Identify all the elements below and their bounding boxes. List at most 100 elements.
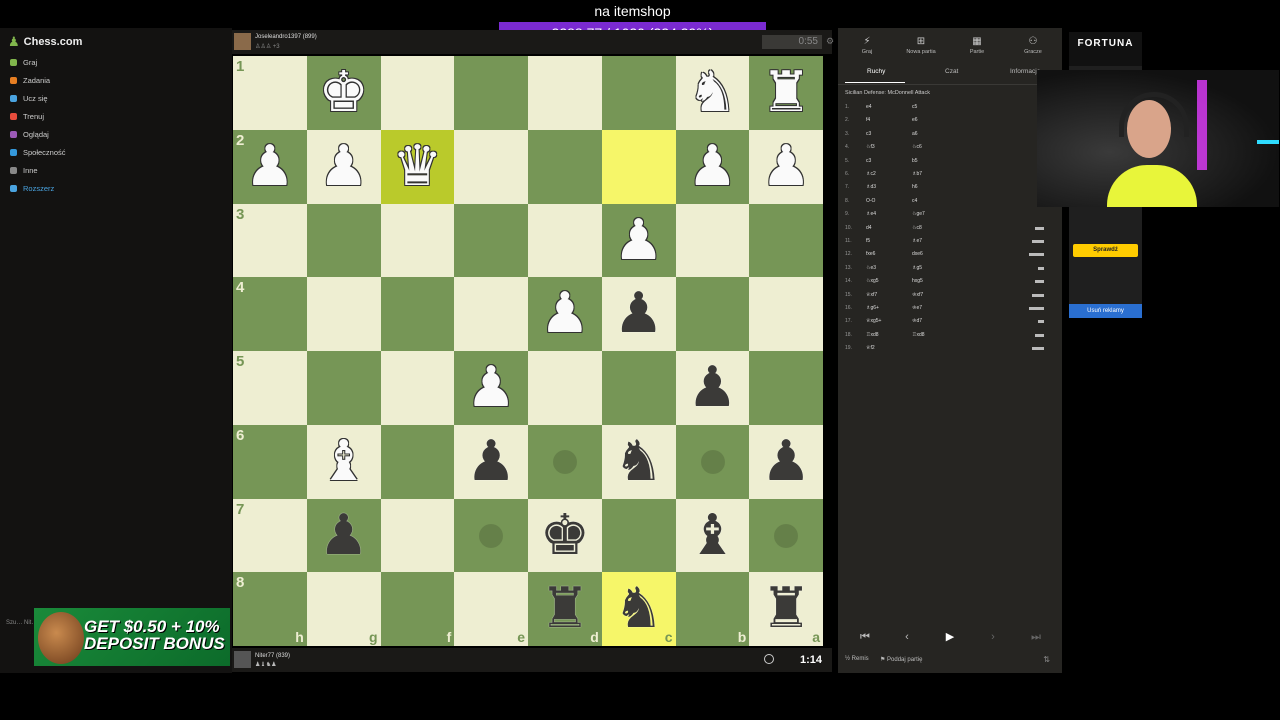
chesscom-logo[interactable]: ♟ Chess.com [8, 34, 82, 50]
tab-moves[interactable]: Ruchy [844, 68, 906, 83]
square-c7[interactable] [601, 498, 676, 573]
square-a5[interactable] [749, 351, 823, 425]
square-d2[interactable] [528, 129, 602, 204]
square-b3[interactable] [675, 203, 750, 278]
black-move[interactable]: hxg5 [912, 278, 923, 284]
black-rook-piece[interactable]: ♜ [749, 580, 823, 636]
white-move[interactable]: ♗g6+ [866, 305, 879, 311]
prev-move-button[interactable]: ‹ [893, 628, 921, 646]
black-move[interactable]: h6 [912, 184, 918, 190]
play-moves-button[interactable]: ▶ [936, 628, 964, 646]
square-h6[interactable]: 6 [233, 424, 307, 499]
promo-banner[interactable]: GET $0.50 + 10% DEPOSIT BONUS [34, 608, 230, 666]
black-move[interactable]: ♔xf7 [912, 292, 923, 298]
chess-board[interactable]: 1 2 3 4 5 6 7 8 h g f e d c b a ♚ ♞ ♜ ♟ ♟ ♛ ♟ ♟ ♟ ♟ ♟ ♟ ♟ ♝ ♟ ♞ ♟ ♟ ♚ ♝ ♜ ♞ ♜ [233, 56, 823, 646]
square-g8[interactable]: g [306, 572, 381, 646]
tab-chat[interactable]: Czat [945, 68, 958, 75]
bottom-player-avatar[interactable] [234, 651, 251, 668]
black-king-piece[interactable]: ♚ [528, 506, 602, 563]
remove-ads-button[interactable]: Usuń reklamy [1069, 304, 1142, 318]
sidebar-item-3[interactable]: Trenuj [10, 112, 44, 121]
top-player-avatar[interactable] [234, 33, 251, 50]
white-move[interactable]: c3 [866, 158, 871, 164]
square-d1[interactable] [528, 56, 602, 130]
white-knight-piece[interactable]: ♞ [676, 64, 750, 120]
square-d6[interactable] [528, 424, 602, 499]
black-move[interactable]: ♔e7 [912, 305, 922, 311]
bottom-player-name[interactable]: Niter77 (839) [255, 653, 290, 659]
square-d5[interactable] [528, 351, 602, 425]
sidebar-item-1[interactable]: Zadania [10, 76, 50, 85]
white-move[interactable]: O-O [866, 198, 875, 204]
tab-info[interactable]: Informacje [1010, 68, 1040, 75]
black-pawn-piece[interactable]: ♟ [454, 432, 528, 489]
black-pawn-piece[interactable]: ♟ [749, 432, 823, 489]
games-button[interactable]: ▦ Partie [952, 36, 1002, 55]
square-c5[interactable] [601, 351, 676, 425]
black-move[interactable]: c4 [912, 198, 917, 204]
white-rook-piece[interactable]: ♜ [749, 64, 823, 120]
black-move[interactable]: ♗e7 [912, 238, 922, 244]
first-move-button[interactable]: ⏮ [851, 628, 879, 646]
sidebar-item-5[interactable]: Społeczność [10, 148, 66, 157]
square-h8[interactable]: 8h [233, 572, 307, 646]
square-e4[interactable] [454, 277, 528, 351]
square-g3[interactable] [306, 203, 381, 278]
black-move[interactable]: c5 [912, 104, 917, 110]
white-pawn-piece[interactable]: ♟ [454, 359, 528, 415]
square-h3[interactable]: 3 [233, 203, 307, 278]
square-f1[interactable] [380, 56, 455, 130]
square-f5[interactable] [380, 351, 455, 425]
square-f7[interactable] [380, 498, 455, 573]
square-d3[interactable] [528, 203, 602, 278]
square-g5[interactable] [306, 351, 381, 425]
square-g4[interactable] [306, 277, 381, 351]
square-f4[interactable] [380, 277, 455, 351]
white-pawn-piece[interactable]: ♟ [233, 137, 307, 194]
white-move[interactable]: ♗e4 [866, 211, 876, 217]
white-move[interactable]: fxe6 [866, 251, 875, 257]
move-hint-dot[interactable] [479, 523, 504, 548]
white-pawn-piece[interactable]: ♟ [676, 137, 750, 194]
black-move[interactable]: ♘ge7 [912, 211, 925, 217]
white-move[interactable]: e4 [866, 104, 872, 110]
white-pawn-piece[interactable]: ♟ [602, 211, 676, 268]
black-move[interactable]: b5 [912, 158, 918, 164]
white-king-piece[interactable]: ♚ [307, 64, 381, 120]
white-move[interactable]: ♖xd8 [866, 332, 879, 338]
square-f6[interactable] [380, 424, 455, 499]
square-b4[interactable] [675, 277, 750, 351]
ad-cta-button[interactable]: Sprawdź [1073, 244, 1138, 257]
sidebar-item-0[interactable]: Graj [10, 58, 37, 67]
square-h5[interactable]: 5 [233, 351, 307, 425]
square-f3[interactable] [380, 203, 455, 278]
white-move[interactable]: ♕xf7 [866, 292, 877, 298]
black-move[interactable]: dxe6 [912, 251, 923, 257]
square-b6[interactable] [675, 424, 750, 499]
white-pawn-piece[interactable]: ♟ [307, 137, 381, 194]
new-game-button[interactable]: ⊞ Nowa partia [896, 36, 946, 55]
square-a7[interactable] [749, 498, 823, 573]
black-move[interactable]: ♘c6 [912, 144, 922, 150]
black-move[interactable]: ♗b7 [912, 171, 922, 177]
next-move-button[interactable]: › [979, 628, 1007, 646]
black-pawn-piece[interactable]: ♟ [602, 285, 676, 341]
black-pawn-piece[interactable]: ♟ [307, 506, 381, 563]
draw-button[interactable]: ½ Remis [845, 656, 869, 662]
sidebar-item-6[interactable]: Inne [10, 166, 38, 175]
white-move[interactable]: ♘xg5 [866, 278, 879, 284]
white-move[interactable]: ♕f2 [866, 345, 875, 351]
white-move[interactable]: ♕xg5+ [866, 318, 881, 324]
sidebar-item-7[interactable]: Rozszerz [10, 184, 54, 193]
resign-button[interactable]: ⚑ Poddaj partię [880, 656, 922, 663]
white-pawn-piece[interactable]: ♟ [749, 137, 823, 194]
white-move[interactable]: c3 [866, 131, 871, 137]
last-move-button[interactable]: ⏭ [1022, 628, 1050, 646]
square-h4[interactable]: 4 [233, 277, 307, 351]
square-e8[interactable]: e [454, 572, 528, 646]
square-h1[interactable]: 1 [233, 56, 307, 130]
white-move[interactable]: ♗c2 [866, 171, 876, 177]
players-button[interactable]: ⚇ Gracze [1008, 36, 1058, 55]
white-queen-piece[interactable]: ♛ [381, 137, 455, 194]
square-a4[interactable] [749, 277, 823, 351]
